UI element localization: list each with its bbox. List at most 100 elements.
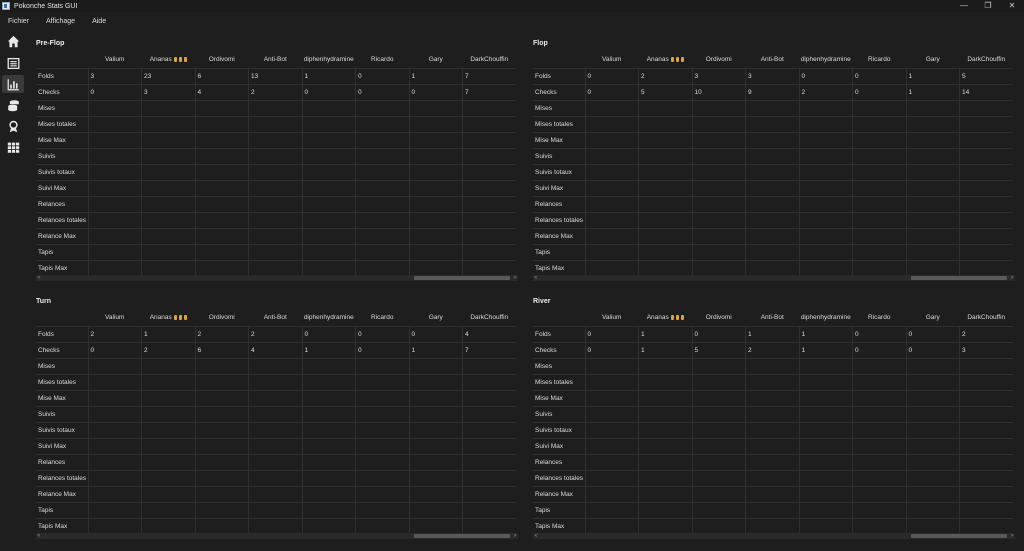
table-cell[interactable] (798, 517, 853, 534)
table-cell[interactable] (959, 259, 1013, 276)
table-cell[interactable] (408, 373, 463, 390)
table-cell[interactable] (638, 179, 692, 196)
table-cell[interactable] (301, 517, 356, 534)
table-cell[interactable] (301, 147, 356, 164)
table-cell[interactable] (141, 453, 195, 470)
table-cell[interactable] (691, 485, 746, 502)
table-cell[interactable] (745, 517, 799, 534)
column-header[interactable]: Ordivomi (692, 52, 746, 68)
table-cell[interactable] (905, 357, 960, 374)
scroll-left-arrow-icon[interactable]: < (36, 533, 42, 539)
horizontal-scrollbar[interactable]: < > (533, 533, 1015, 539)
stats-table[interactable]: Valium Ananas Ordivomi Anti-Bot diphenhydram… (36, 52, 516, 276)
table-cell[interactable] (905, 437, 960, 454)
table-cell[interactable] (408, 147, 463, 164)
table-cell[interactable] (691, 211, 746, 228)
scroll-right-arrow-icon[interactable]: > (1009, 275, 1015, 281)
table-cell[interactable] (691, 195, 746, 212)
table-cell[interactable] (355, 259, 409, 276)
table-cell[interactable]: 0 (87, 341, 142, 358)
table-cell[interactable] (408, 421, 463, 438)
column-header[interactable]: Anti-Bot (249, 52, 303, 68)
table-cell[interactable] (691, 259, 746, 276)
table-cell[interactable] (852, 373, 906, 390)
table-cell[interactable] (462, 195, 516, 212)
table-cell[interactable] (301, 469, 356, 486)
table-cell[interactable] (852, 115, 906, 132)
table-cell[interactable] (194, 115, 249, 132)
minimize-button[interactable]: — (952, 0, 976, 12)
table-cell[interactable] (798, 485, 853, 502)
table-cell[interactable] (798, 115, 853, 132)
table-cell[interactable] (745, 163, 799, 180)
table-cell[interactable] (852, 389, 906, 406)
table-cell[interactable] (638, 195, 692, 212)
table-cell[interactable] (248, 131, 302, 148)
table-cell[interactable]: 2 (959, 325, 1013, 342)
table-cell[interactable] (959, 357, 1013, 374)
table-cell[interactable] (852, 469, 906, 486)
table-cell[interactable] (87, 211, 142, 228)
table-cell[interactable] (87, 259, 142, 276)
table-cell[interactable] (638, 131, 692, 148)
table-cell[interactable] (462, 437, 516, 454)
column-header[interactable]: Ricardo (356, 310, 410, 326)
table-cell[interactable] (194, 259, 249, 276)
table-cell[interactable] (584, 259, 639, 276)
table-cell[interactable] (248, 421, 302, 438)
table-cell[interactable] (905, 163, 960, 180)
table-cell[interactable] (301, 259, 356, 276)
table-cell[interactable] (301, 405, 356, 422)
table-cell[interactable]: 0 (798, 67, 853, 84)
column-header[interactable]: Gary (409, 310, 463, 326)
table-cell[interactable] (798, 405, 853, 422)
column-header[interactable]: Gary (409, 52, 463, 68)
table-cell[interactable] (194, 211, 249, 228)
stats-table[interactable]: Valium Ananas Ordivomi Anti-Bot diphenhydram… (533, 310, 1013, 534)
table-cell[interactable] (745, 485, 799, 502)
award-button[interactable] (2, 117, 24, 135)
table-cell[interactable]: 5 (638, 83, 692, 100)
table-cell[interactable] (87, 469, 142, 486)
table-cell[interactable] (87, 147, 142, 164)
table-cell[interactable] (959, 437, 1013, 454)
table-cell[interactable] (959, 163, 1013, 180)
table-cell[interactable]: 3 (87, 67, 142, 84)
table-cell[interactable] (408, 405, 463, 422)
table-cell[interactable] (584, 357, 639, 374)
table-cell[interactable] (745, 357, 799, 374)
table-cell[interactable] (355, 115, 409, 132)
table-cell[interactable]: 1 (905, 83, 960, 100)
table-cell[interactable]: 1 (798, 341, 853, 358)
table-cell[interactable] (408, 163, 463, 180)
table-cell[interactable] (355, 211, 409, 228)
table-cell[interactable] (301, 453, 356, 470)
table-cell[interactable] (194, 99, 249, 116)
table-cell[interactable] (905, 99, 960, 116)
table-cell[interactable] (905, 115, 960, 132)
table-cell[interactable] (959, 373, 1013, 390)
table-cell[interactable] (87, 243, 142, 260)
table-cell[interactable]: 3 (691, 67, 746, 84)
table-cell[interactable] (798, 211, 853, 228)
scroll-left-arrow-icon[interactable]: < (533, 533, 539, 539)
table-cell[interactable] (691, 357, 746, 374)
table-cell[interactable] (141, 99, 195, 116)
table-cell[interactable]: 0 (301, 83, 356, 100)
column-header[interactable]: DarkChouffin (463, 52, 517, 68)
table-cell[interactable] (584, 421, 639, 438)
table-cell[interactable] (959, 389, 1013, 406)
scroll-thumb[interactable] (911, 276, 1007, 280)
stats-table[interactable]: Valium Ananas Ordivomi Anti-Bot diphenhydram… (533, 52, 1013, 276)
table-cell[interactable] (462, 243, 516, 260)
menu-aide[interactable]: Aide (92, 18, 106, 25)
table-cell[interactable] (462, 211, 516, 228)
table-cell[interactable] (141, 389, 195, 406)
table-cell[interactable] (301, 357, 356, 374)
table-cell[interactable]: 0 (691, 325, 746, 342)
table-cell[interactable]: 0 (355, 83, 409, 100)
table-cell[interactable]: 1 (745, 325, 799, 342)
table-cell[interactable] (691, 501, 746, 518)
table-cell[interactable]: 2 (194, 325, 249, 342)
table-cell[interactable] (584, 405, 639, 422)
